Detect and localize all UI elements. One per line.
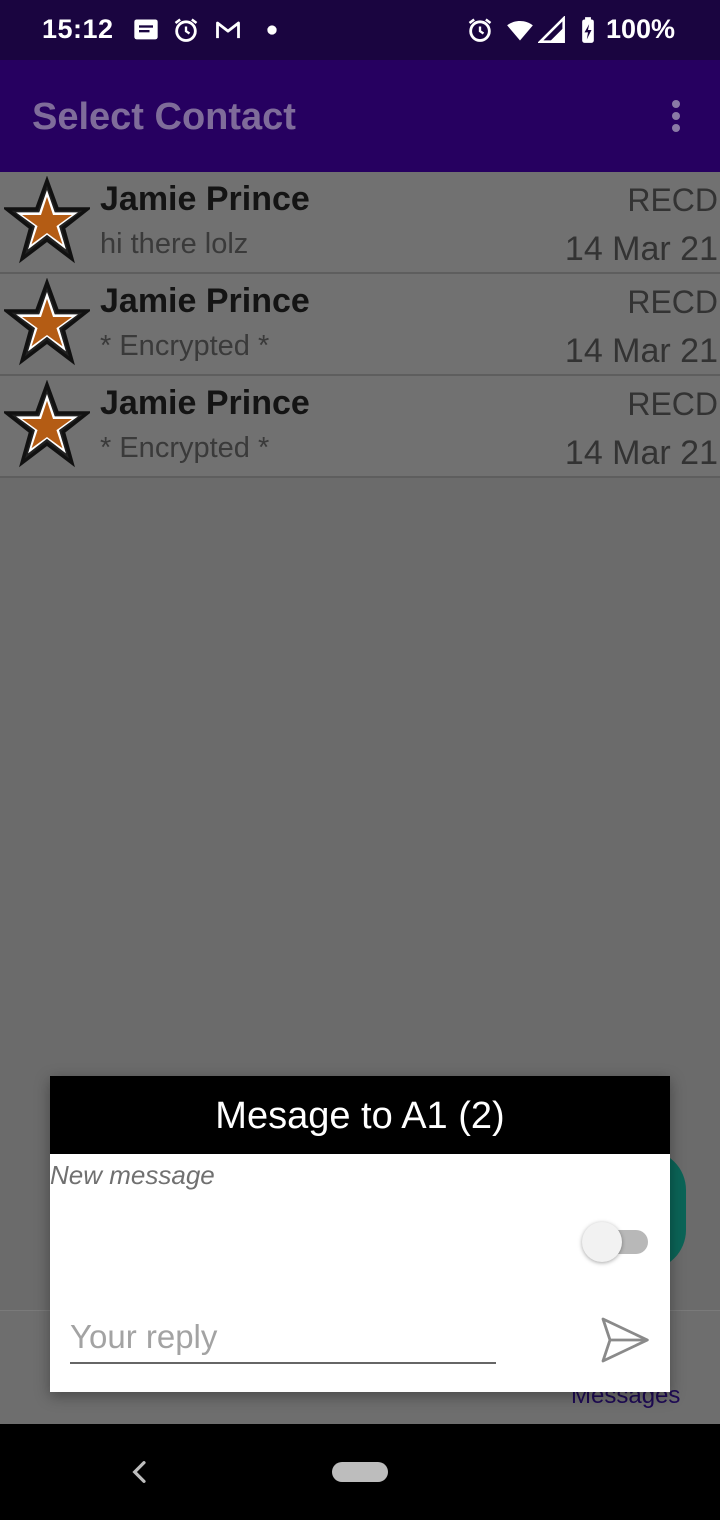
- system-nav-bar: [0, 1424, 720, 1520]
- message-dialog: Mesage to A1 (2) New message: [50, 1076, 670, 1392]
- battery-icon: [582, 17, 594, 43]
- send-icon[interactable]: [596, 1312, 652, 1368]
- dot-icon: [267, 25, 277, 35]
- list-item[interactable]: Jamie Prince * Encrypted * RECD 14 Mar 2…: [0, 376, 720, 478]
- star-icon: [4, 176, 90, 264]
- message-preview: * Encrypted *: [100, 432, 270, 464]
- more-vert-icon[interactable]: [660, 96, 692, 136]
- message-date: 14 Mar 21: [564, 230, 718, 268]
- message-date: 14 Mar 21: [564, 434, 718, 472]
- message-preview: * Encrypted *: [100, 330, 270, 362]
- star-icon: [4, 278, 90, 366]
- contact-name: Jamie Prince: [100, 384, 310, 422]
- message-status: RECD: [627, 182, 718, 218]
- list-item[interactable]: Jamie Prince * Encrypted * RECD 14 Mar 2…: [0, 274, 720, 376]
- wifi-icon: [507, 20, 533, 41]
- alarm-icon: [468, 18, 492, 42]
- signal-icon: [538, 16, 565, 43]
- gmail-icon: [216, 21, 240, 39]
- reply-input[interactable]: [70, 1312, 496, 1364]
- alarm-icon: [174, 18, 198, 42]
- back-icon[interactable]: [124, 1454, 156, 1490]
- toggle-thumb: [582, 1222, 622, 1262]
- message-icon: [134, 19, 158, 40]
- battery-percent: 100%: [606, 14, 676, 44]
- list-item[interactable]: Jamie Prince hi there lolz RECD 14 Mar 2…: [0, 172, 720, 274]
- message-status: RECD: [627, 386, 718, 422]
- encryption-toggle[interactable]: [582, 1222, 652, 1262]
- home-pill[interactable]: [332, 1462, 388, 1482]
- page-title: Select Contact: [32, 96, 296, 138]
- message-preview: hi there lolz: [100, 228, 249, 260]
- contact-name: Jamie Prince: [100, 180, 310, 218]
- status-bar: 15:12 100%: [0, 0, 720, 60]
- status-time: 15:12: [42, 14, 114, 44]
- star-icon: [4, 380, 90, 468]
- contact-name: Jamie Prince: [100, 282, 310, 320]
- app-bar: Select Contact: [0, 60, 720, 172]
- message-date: 14 Mar 21: [564, 332, 718, 370]
- dialog-title: Mesage to A1 (2): [50, 1076, 670, 1154]
- dialog-subtitle: New message: [50, 1160, 215, 1190]
- message-status: RECD: [627, 284, 718, 320]
